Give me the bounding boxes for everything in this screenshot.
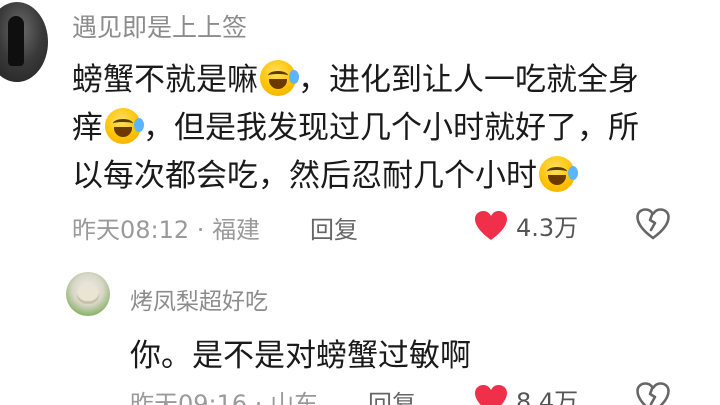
like-button[interactable]: 8.4万	[474, 382, 578, 405]
comment-location: 山东	[270, 390, 319, 405]
like-button[interactable]: 4.3万	[474, 208, 578, 243]
comment-username[interactable]: 遇见即是上上签	[72, 8, 247, 44]
avatar-figure	[77, 284, 99, 304]
reply-button[interactable]: 回复	[310, 210, 358, 245]
comment-time: 昨天09:16	[130, 390, 248, 405]
avatar[interactable]	[66, 272, 110, 316]
comment-body: 螃蟹不就是嘛 ，进化到让人一吃就全身 痒 ，但是我发现过几个小时就好了，所 以每次都…	[72, 56, 712, 200]
comment-text-segment: 痒	[72, 110, 103, 146]
comment-body-line: 螃蟹不就是嘛 ，进化到让人一吃就全身	[72, 56, 712, 104]
laugh-cry-emoji-icon	[539, 156, 578, 192]
comment-text-segment: ，但是我发现过几个小时就好了，所	[143, 110, 639, 146]
comment-body-line: 以每次都会吃，然后忍耐几个小时	[72, 152, 712, 200]
like-count: 4.3万	[516, 214, 579, 242]
comment-meta: 昨天08:12 · 福建	[72, 210, 260, 245]
reply-button[interactable]: 回复	[368, 384, 416, 405]
laugh-cry-emoji-icon	[260, 60, 299, 96]
meta-separator: ·	[247, 390, 271, 405]
comment-list-screen: 遇见即是上上签 螃蟹不就是嘛 ，进化到让人一吃就全身 痒 ，但是我发现过几个小时就好…	[0, 0, 720, 405]
comment-location: 福建	[212, 216, 261, 244]
comment-body-line: 痒 ，但是我发现过几个小时就好了，所	[72, 104, 712, 152]
heart-icon	[475, 210, 507, 240]
comment-meta: 昨天09:16 · 山东	[130, 384, 318, 405]
broken-heart-icon[interactable]	[636, 208, 670, 240]
comment-time: 昨天08:12	[72, 216, 190, 244]
comment-username[interactable]: 烤凤梨超好吃	[130, 282, 268, 316]
heart-icon	[475, 384, 507, 405]
avatar[interactable]	[0, 2, 48, 82]
meta-separator: ·	[189, 216, 213, 244]
like-count: 8.4万	[516, 388, 579, 405]
broken-heart-icon[interactable]	[636, 382, 670, 405]
comment-text-segment: ，进化到让人一吃就全身	[298, 62, 639, 98]
avatar-figure	[8, 16, 24, 66]
laugh-cry-emoji-icon	[105, 108, 144, 144]
comment-body: 你。是不是对螃蟹过敏啊	[130, 338, 471, 374]
comment-text-segment: 螃蟹不就是嘛	[72, 62, 258, 98]
comment-text-segment: 以每次都会吃，然后忍耐几个小时	[72, 158, 537, 194]
